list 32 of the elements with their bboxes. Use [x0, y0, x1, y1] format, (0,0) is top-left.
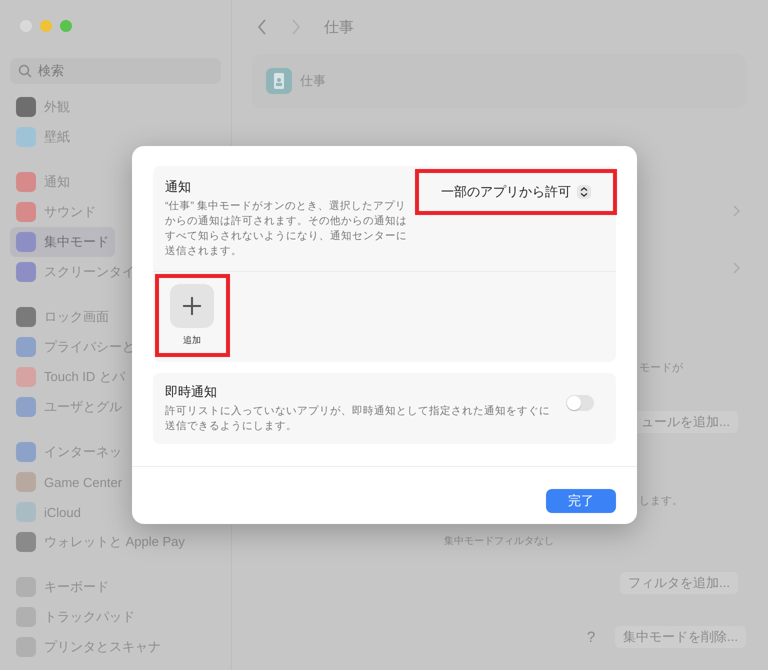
- add-filter-button[interactable]: フィルタを追加...: [620, 572, 738, 594]
- chevron-right-icon[interactable]: [732, 262, 740, 274]
- allow-popup[interactable]: 一部のアプリから許可: [441, 183, 591, 201]
- sidebar-item[interactable]: 外観: [10, 92, 76, 122]
- delete-focus-button[interactable]: 集中モードを削除...: [615, 626, 746, 648]
- sidebar-item[interactable]: 通知: [10, 167, 76, 197]
- plus-icon: [170, 284, 214, 328]
- search-field[interactable]: 検索: [10, 58, 221, 84]
- sidebar-item[interactable]: キーボード: [10, 572, 115, 602]
- sidebar-item[interactable]: 壁紙: [10, 122, 76, 152]
- section-title: 通知: [165, 178, 192, 196]
- sidebar-item[interactable]: プリンタとスキャナ: [10, 632, 167, 662]
- sidebar-item[interactable]: 集中モード: [10, 227, 115, 257]
- sidebar-item[interactable]: トラックパッド: [10, 602, 141, 632]
- updown-icon: [577, 185, 591, 199]
- page-title: 仕事: [324, 18, 354, 36]
- section-description: 許可リストに入っていないアプリが、即時通知として指定された通知をすぐに送信できるようにします。: [165, 404, 550, 434]
- toggle-switch[interactable]: [566, 395, 594, 411]
- back-icon[interactable]: [256, 18, 268, 36]
- help-button[interactable]: ?: [578, 626, 604, 648]
- sidebar-item[interactable]: iCloud: [10, 497, 87, 527]
- done-button[interactable]: 完了: [546, 489, 616, 513]
- search-icon: [18, 64, 32, 78]
- add-app-button[interactable]: 追加: [170, 284, 214, 347]
- badge-icon: [266, 68, 292, 94]
- search-placeholder: 検索: [38, 62, 64, 80]
- section-title: 即時通知: [165, 383, 218, 401]
- sidebar-item[interactable]: サウンド: [10, 197, 102, 227]
- chevron-right-icon[interactable]: [732, 205, 740, 217]
- sidebar-item[interactable]: ロック画面: [10, 302, 115, 332]
- sidebar-item[interactable]: Game Center: [10, 467, 128, 497]
- section-description: “仕事” 集中モードがオンのとき、選択したアプリからの通知は許可されます。その他からの通知はすべて知らされないようになり、通知センターに送信されます。: [165, 199, 408, 259]
